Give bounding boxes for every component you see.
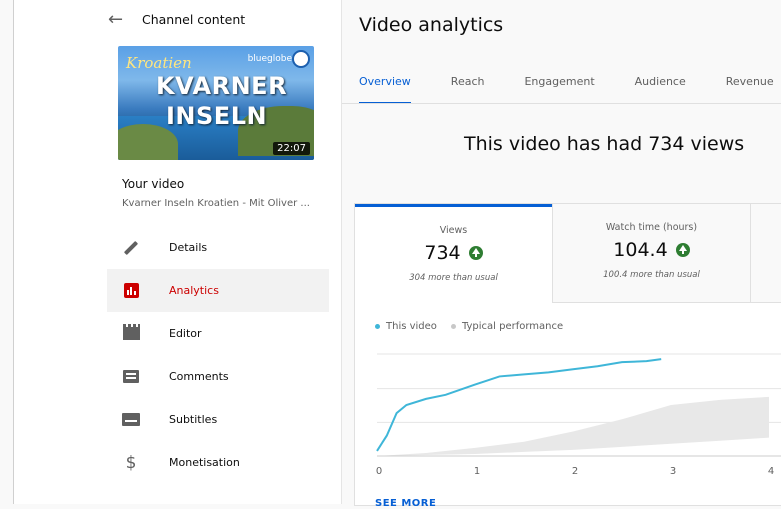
- tab-engagement[interactable]: Engagement: [524, 72, 594, 104]
- metric-views[interactable]: Views 734 304 more than usual: [355, 204, 552, 305]
- sidebar-item-subtitles[interactable]: Subtitles: [107, 398, 329, 441]
- sidebar-item-label: Details: [169, 241, 208, 254]
- sidebar-item-monetisation[interactable]: $ Monetisation: [107, 441, 329, 484]
- metric-value-row: 104.4: [553, 239, 750, 261]
- legend-label: Typical performance: [461, 321, 564, 332]
- dollar-icon: $: [125, 452, 137, 473]
- video-title: Kvarner Inseln Kroatien - Mit Oliver ...: [122, 198, 310, 209]
- x-tick-label: 0: [376, 466, 382, 477]
- back-row[interactable]: ← Channel content: [108, 8, 245, 30]
- metric-value: 734: [424, 242, 461, 264]
- tab-overview[interactable]: Overview: [359, 72, 411, 104]
- sidebar-item-comments[interactable]: Comments: [107, 355, 329, 398]
- metric-note: 100.4 more than usual: [603, 270, 700, 280]
- page-title: Video analytics: [359, 14, 504, 36]
- sidebar-item-details[interactable]: Details: [107, 226, 329, 269]
- pencil-icon: [121, 238, 141, 258]
- legend-dot-this-video: [375, 324, 380, 329]
- film-icon: [121, 324, 141, 344]
- views-headline: This video has had 734 views: [464, 133, 745, 155]
- analytics-tabs: Overview Reach Engagement Audience Reven…: [359, 72, 781, 104]
- globe-logo-icon: [292, 50, 310, 68]
- back-arrow-icon[interactable]: ←: [108, 9, 132, 30]
- comments-icon: [121, 367, 141, 387]
- thumbnail-brand: blueglobe: [247, 54, 292, 64]
- sidebar-item-label: Subtitles: [169, 413, 218, 426]
- views-chart[interactable]: 0 1 2 3 4: [375, 344, 781, 484]
- your-video-label: Your video: [122, 177, 185, 191]
- left-edge-bar: [0, 0, 14, 504]
- video-duration-badge: 22:07: [273, 142, 310, 155]
- sidebar-item-label: Monetisation: [169, 456, 240, 469]
- sidebar-item-label: Editor: [169, 327, 202, 340]
- metric-label: Views: [439, 225, 468, 236]
- subtitles-icon: [121, 410, 141, 430]
- typical-performance-band: [377, 396, 769, 456]
- thumbnail-title-line1: KVARNER: [156, 72, 288, 100]
- x-tick-label: 4: [768, 466, 774, 477]
- thumbnail-script-text: Kroatien: [126, 54, 192, 72]
- legend-this-video: This video: [375, 321, 437, 332]
- sidebar-item-label: Analytics: [169, 284, 219, 297]
- main-content: Video analytics Overview Reach Engagemen…: [341, 0, 781, 509]
- x-tick-label: 2: [572, 466, 578, 477]
- metric-label: Watch time (hours): [605, 222, 698, 233]
- arrow-up-icon: [468, 246, 483, 260]
- tab-revenue[interactable]: Revenue: [726, 72, 774, 104]
- sidebar-item-editor[interactable]: Editor: [107, 312, 329, 355]
- tab-reach[interactable]: Reach: [451, 72, 485, 104]
- metric-watch-time[interactable]: Watch time (hours) 104.4 100.4 more than…: [552, 204, 750, 303]
- x-tick-label: 3: [670, 466, 676, 477]
- sidebar-back-title: Channel content: [142, 11, 246, 27]
- metric-value-row: 734: [355, 242, 552, 264]
- sidebar-item-label: Comments: [169, 370, 229, 383]
- chart-legend: This video Typical performance: [375, 321, 577, 332]
- legend-label: This video: [386, 321, 437, 332]
- metric-next[interactable]: [750, 204, 781, 303]
- metrics-card: Views 734 304 more than usual Watch time…: [354, 203, 781, 509]
- x-tick-label: 1: [474, 466, 480, 477]
- metric-note: 304 more than usual: [409, 273, 498, 283]
- tab-audience[interactable]: Audience: [635, 72, 686, 104]
- legend-typical: Typical performance: [450, 321, 564, 332]
- arrow-up-icon: [675, 243, 690, 257]
- video-thumbnail[interactable]: Kroatien KVARNER INSELN blueglobe 22:07: [118, 46, 314, 160]
- sidebar-item-analytics[interactable]: Analytics: [107, 269, 329, 312]
- sidebar-nav: Details Analytics Editor Comments Subtit…: [107, 226, 329, 484]
- metric-value: 104.4: [613, 239, 668, 261]
- analytics-icon: [121, 281, 141, 301]
- thumbnail-title-line2: INSELN: [166, 102, 268, 130]
- legend-dot-typical: [450, 324, 456, 329]
- tab-divider: [342, 103, 781, 104]
